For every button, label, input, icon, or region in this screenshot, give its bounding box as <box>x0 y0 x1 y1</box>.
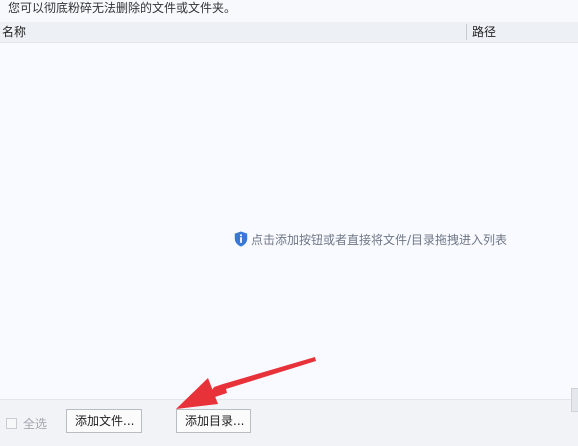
add-directory-button[interactable]: 添加目录... <box>176 409 251 433</box>
side-scroll-handle[interactable] <box>571 388 578 412</box>
column-divider[interactable] <box>466 24 467 40</box>
list-header: 名称 路径 <box>0 22 578 43</box>
select-all-label: 全选 <box>23 416 48 431</box>
list-body[interactable]: 点击添加按钮或者直接将文件/目录拖拽进入列表 <box>0 43 578 399</box>
description-text: 您可以彻底粉碎无法删除的文件或文件夹。 <box>8 1 237 15</box>
shield-info-icon <box>234 231 248 247</box>
file-list[interactable]: 名称 路径 点击添加按钮或者直接将文件/目录拖拽进入列表 <box>0 22 578 399</box>
select-all-checkbox[interactable] <box>6 417 17 429</box>
column-header-path[interactable]: 路径 <box>472 22 496 42</box>
select-all-control[interactable]: 全选 <box>6 416 48 431</box>
footer-bar: 全选 添加文件... 添加目录... <box>0 399 578 446</box>
empty-list-hint: 点击添加按钮或者直接将文件/目录拖拽进入列表 <box>234 230 507 248</box>
empty-hint-text: 点击添加按钮或者直接将文件/目录拖拽进入列表 <box>251 232 508 247</box>
add-file-button[interactable]: 添加文件... <box>66 409 142 433</box>
column-header-name[interactable]: 名称 <box>2 22 26 42</box>
